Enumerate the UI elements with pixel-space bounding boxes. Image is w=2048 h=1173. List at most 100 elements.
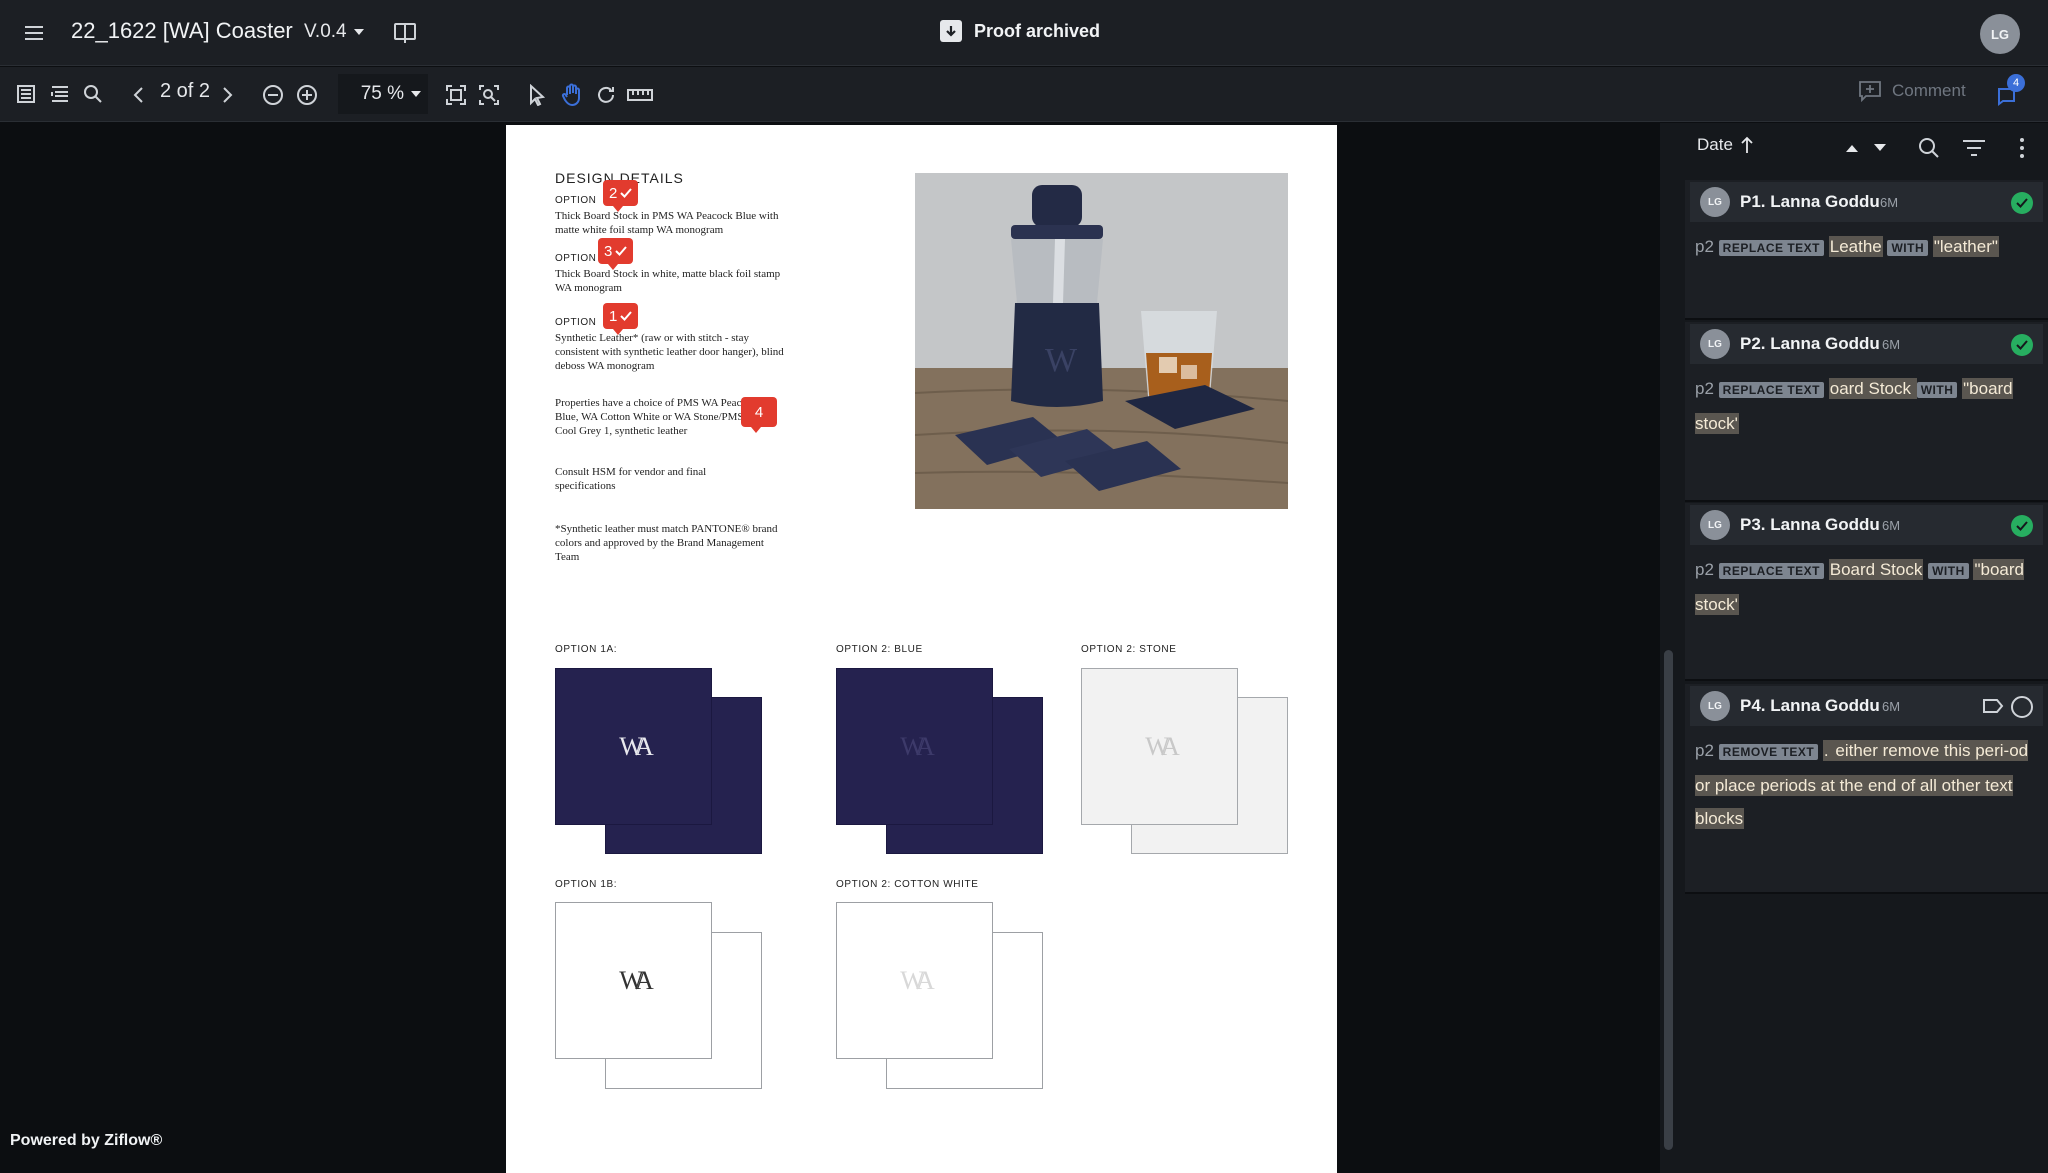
comment-time: 6M <box>1880 195 1899 210</box>
comment-card[interactable]: LG P1. Lanna Goddu 6M p2 REPLACE TEXT Le… <box>1685 180 2048 320</box>
page-indicator: 2 of 2 <box>160 80 211 102</box>
check-icon <box>620 311 633 321</box>
comment-avatar: LG <box>1700 329 1730 359</box>
arrow-up-icon <box>1741 136 1753 153</box>
comment-card[interactable]: LG P4. Lanna Goddu 6M p2 REMOVE TEXT . e… <box>1685 684 2048 894</box>
panel-scrollbar[interactable] <box>1664 650 1673 1150</box>
swatch-label-1a: OPTION 1A: <box>555 644 618 655</box>
photo-monogram: W <box>1045 342 1078 379</box>
caret-down-icon <box>411 91 421 97</box>
annotation-marker-1[interactable]: 1 <box>603 303 639 335</box>
filter-icon[interactable] <box>1960 134 1988 162</box>
consult-text: Consult HSM for vendor and final specifi… <box>555 466 707 492</box>
option-label-2: OPTION <box>555 253 597 264</box>
comment-page: p2 <box>1695 560 1714 579</box>
action-tag: REMOVE TEXT <box>1718 744 1819 760</box>
zoom-in-icon[interactable] <box>294 82 320 108</box>
comment-avatar: LG <box>1700 187 1730 217</box>
sort-label: Date <box>1697 135 1733 154</box>
comment-body: p2 REPLACE TEXT Board Stock WITH "board … <box>1695 553 2040 621</box>
annotation-marker-3[interactable]: 3 <box>598 238 634 270</box>
swatch-front-stone: WA <box>1081 668 1238 825</box>
zoom-out-icon[interactable] <box>260 82 286 108</box>
swatch-front-cotton-white: WA <box>836 902 993 1059</box>
powered-by: Powered by Ziflow® <box>10 1132 163 1149</box>
comment-author: P1. Lanna Goddu <box>1740 192 1880 211</box>
comment-header: LG P1. Lanna Goddu 6M <box>1690 182 2043 222</box>
comment-card[interactable]: LG P2. Lanna Goddu 6M p2 REPLACE TEXT oa… <box>1685 322 2048 502</box>
comment-author: P2. Lanna Goddu <box>1740 334 1880 353</box>
ruler-icon[interactable] <box>626 82 654 108</box>
comment-author: P4. Lanna Goddu <box>1740 696 1880 715</box>
previous-page-icon[interactable] <box>128 84 148 106</box>
outline-icon[interactable] <box>48 82 72 106</box>
toolbar: 2 of 2 75 % Comment 4 <box>0 67 2048 122</box>
comment-page: p2 <box>1695 237 1714 256</box>
marker-number: 2 <box>609 184 618 202</box>
comment-body: p2 REPLACE TEXT Leathe WITH "leather" <box>1695 230 2040 265</box>
old-text: Board Stock <box>1828 559 1924 580</box>
proof-status-label: Proof archived <box>974 20 1101 41</box>
comment-count-badge: 4 <box>2007 74 2025 92</box>
comment-page: p2 <box>1695 741 1714 760</box>
option-text-2: Thick Board Stock in white, matte black … <box>555 268 781 294</box>
proof-status: Proof archived <box>940 20 1100 42</box>
label-tag-icon[interactable] <box>1980 694 2006 718</box>
zoom-select[interactable]: 75 % <box>338 74 428 114</box>
menu-icon[interactable] <box>20 20 48 46</box>
search-icon[interactable] <box>81 82 105 106</box>
user-avatar[interactable]: LG <box>1980 14 2020 54</box>
page-thumbnails-icon[interactable] <box>14 82 38 106</box>
fit-page-icon[interactable] <box>443 82 469 108</box>
option-text-1: Thick Board Stock in PMS WA Peacock Blue… <box>555 210 779 236</box>
comment-page: p2 <box>1695 379 1714 398</box>
proof-page[interactable]: DESIGN DETAILS OPTION Thick Board Stock … <box>506 125 1337 1173</box>
comment-card[interactable]: LG P3. Lanna Goddu 6M p2 REPLACE TEXT Bo… <box>1685 503 2048 681</box>
annotation-marker-4[interactable]: 4 <box>741 397 777 433</box>
zoom-area-icon[interactable] <box>476 82 502 108</box>
pan-tool-icon[interactable] <box>559 81 585 109</box>
next-comment-icon[interactable] <box>1870 138 1890 158</box>
project-title: 22_1622 [WA] Coaster <box>71 18 293 43</box>
comment-label: Comment <box>1892 81 1966 100</box>
wa-monogram: WA <box>619 731 653 761</box>
comment-header: LG P4. Lanna Goddu 6M <box>1690 686 2043 726</box>
zoom-value: 75 % <box>360 83 404 104</box>
unresolved-circle-icon[interactable] <box>2011 696 2033 718</box>
annotation-marker-2[interactable]: 2 <box>603 180 639 212</box>
marker-number: 3 <box>604 242 613 260</box>
comment-button[interactable]: Comment <box>1858 80 1966 102</box>
resolved-check-icon[interactable] <box>2011 334 2033 356</box>
resolved-check-icon[interactable] <box>2011 515 2033 537</box>
add-comment-icon <box>1859 81 1881 102</box>
more-options-icon[interactable] <box>2010 134 2034 162</box>
swatch-front-1b: WA <box>555 902 712 1059</box>
wa-monogram: WA <box>1145 731 1179 761</box>
archive-icon <box>940 20 962 42</box>
sort-by-date[interactable]: Date <box>1697 135 1753 155</box>
action-tag: REPLACE TEXT <box>1718 382 1824 398</box>
with-tag: WITH <box>1916 382 1958 398</box>
comment-author: P3. Lanna Goddu <box>1740 515 1880 534</box>
caret-down-icon <box>353 29 364 35</box>
compare-icon[interactable] <box>392 19 418 47</box>
rotate-icon[interactable] <box>593 82 619 108</box>
option-label-3: OPTION <box>555 317 597 328</box>
resolved-check-icon[interactable] <box>2011 192 2033 214</box>
wa-monogram: WA <box>900 965 934 995</box>
swatch-label-1b: OPTION 1B: <box>555 879 618 890</box>
search-comments-icon[interactable] <box>1915 134 1943 162</box>
comment-header: LG P2. Lanna Goddu 6M <box>1690 324 2043 364</box>
swatch-label-blue: OPTION 2: BLUE <box>836 644 923 655</box>
comment-time: 6M <box>1882 518 1901 533</box>
option-label-1: OPTION <box>555 195 597 206</box>
comment-header: LG P3. Lanna Goddu 6M <box>1690 505 2043 545</box>
next-page-icon[interactable] <box>218 84 238 106</box>
old-text: Leathe <box>1828 236 1883 257</box>
comment-avatar: LG <box>1700 510 1730 540</box>
version-dropdown[interactable]: V.0.4 <box>304 21 365 43</box>
comment-time: 6M <box>1882 337 1901 352</box>
previous-comment-icon[interactable] <box>1842 138 1862 158</box>
select-tool-icon[interactable] <box>526 82 548 108</box>
marker-number: 4 <box>754 403 764 421</box>
